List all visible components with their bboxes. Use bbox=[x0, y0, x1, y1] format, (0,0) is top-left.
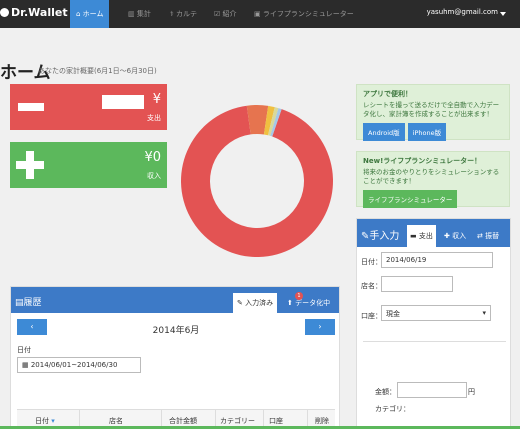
entry-title: ✎手入力 bbox=[361, 231, 400, 242]
nav-tab-summary[interactable]: ▥ 集計 bbox=[128, 0, 151, 28]
calendar-icon: ▦ bbox=[22, 361, 31, 369]
date-input[interactable]: 2014/06/19 bbox=[381, 252, 493, 268]
account-label: 口座： bbox=[361, 312, 382, 320]
page-subtitle: あなたの家計概要(6月1日〜6月30日) bbox=[38, 67, 157, 75]
app-promo-box: アプリで便利！ レシートを撮って送るだけで全自動で入力データ化し、家計簿を作成す… bbox=[356, 84, 510, 141]
tab-processing[interactable]: ⬆ データ化中 bbox=[283, 293, 334, 313]
pending-badge: 1 bbox=[295, 292, 303, 300]
col-date[interactable]: 日付 ▾ bbox=[35, 416, 55, 426]
dropdown-arrow-icon: ▾ bbox=[482, 309, 486, 317]
tab-expense[interactable]: ▬ 支出 bbox=[407, 225, 436, 247]
manual-entry-panel: ✎手入力 ▬ 支出 ✚ 収入 ⇄ 振替 日付： 2014/06/19 店名： 口… bbox=[356, 218, 511, 429]
nav-tab-home[interactable]: ⌂ ホーム bbox=[70, 0, 110, 28]
category-label: カテゴリ： bbox=[375, 405, 410, 413]
user-menu-caret-icon[interactable] bbox=[500, 12, 506, 16]
col-category[interactable]: カテゴリー bbox=[220, 416, 255, 426]
tab-income[interactable]: ✚ 収入 bbox=[441, 225, 469, 247]
iphone-button[interactable]: iPhone版 bbox=[407, 122, 447, 141]
history-header: ▤履歴 ✎ 入力済み ⬆ データ化中 1 bbox=[11, 287, 339, 313]
store-input[interactable] bbox=[381, 276, 453, 292]
nav-tab-lifeplan[interactable]: ▣ ライフプランシミュレーター bbox=[254, 0, 354, 28]
amount-input[interactable] bbox=[397, 382, 467, 398]
app-promo-title: アプリで便利！ bbox=[363, 90, 412, 98]
income-label: 収入 bbox=[147, 172, 161, 180]
amount-unit: 円 bbox=[468, 388, 475, 396]
entry-divider bbox=[363, 341, 506, 342]
app-promo-text: レシートを撮って送るだけで全自動で入力データ化し、家計簿を作成することが出来ます… bbox=[363, 101, 500, 118]
expense-label: 支出 bbox=[147, 114, 161, 122]
nav-tab-referral[interactable]: ☑ 紹介 bbox=[214, 0, 237, 28]
income-card[interactable]: ¥0 収入 bbox=[10, 142, 167, 188]
expense-amount-mask bbox=[102, 95, 144, 109]
nav-tab-karte[interactable]: ⚕ カルテ bbox=[170, 0, 197, 28]
col-store[interactable]: 店名 bbox=[109, 416, 123, 426]
date-label: 日付： bbox=[361, 258, 382, 266]
expense-amount: ¥ bbox=[152, 92, 161, 107]
sort-icon: ▾ bbox=[51, 417, 55, 425]
history-panel: ▤履歴 ✎ 入力済み ⬆ データ化中 1 ‹ 2014年6月 › 日付 ▦ 20… bbox=[10, 286, 340, 429]
store-label: 店名： bbox=[361, 282, 382, 290]
date-range-input[interactable]: ▦ 2014/06/01~2014/06/30 bbox=[17, 357, 141, 373]
tab-entered[interactable]: ✎ 入力済み bbox=[233, 293, 278, 313]
app-logo[interactable]: Dr.Wallet bbox=[0, 6, 68, 19]
expense-donut-chart bbox=[181, 105, 333, 258]
lifeplan-promo-box: New!ライフプランシミュレーター！ 将来のお金のやりとりをシミュレーションする… bbox=[356, 151, 510, 208]
expense-card[interactable]: ¥ 支出 bbox=[10, 84, 167, 130]
lifeplan-promo-title: New!ライフプランシミュレーター！ bbox=[363, 157, 482, 165]
col-account[interactable]: 口座 bbox=[269, 416, 283, 426]
user-email[interactable]: yasuhm@gmail.com bbox=[427, 8, 498, 16]
col-delete[interactable]: 削除 bbox=[315, 416, 329, 426]
history-title: ▤履歴 bbox=[15, 298, 42, 308]
top-nav: Dr.Wallet ⌂ ホーム ▥ 集計 ⚕ カルテ ☑ 紹介 ▣ ライフプラン… bbox=[0, 0, 520, 28]
logo-icon bbox=[0, 8, 9, 17]
minus-icon bbox=[18, 103, 44, 111]
col-total[interactable]: 合計金額 bbox=[169, 416, 197, 426]
month-label: 2014年6月 bbox=[152, 326, 200, 336]
tab-transfer[interactable]: ⇄ 振替 bbox=[474, 225, 502, 247]
lifeplan-promo-text: 将来のお金のやりとりをシミュレーションすることができます！ bbox=[363, 168, 500, 185]
lifeplan-button[interactable]: ライフプランシミュレーター bbox=[363, 189, 458, 208]
entry-header: ✎手入力 ▬ 支出 ✚ 収入 ⇄ 振替 bbox=[357, 219, 510, 247]
next-month-button[interactable]: › bbox=[305, 319, 335, 335]
history-date-label: 日付 bbox=[17, 346, 31, 354]
account-select[interactable]: 現金 ▾ bbox=[381, 305, 491, 321]
amount-label: 金額： bbox=[375, 388, 396, 396]
android-button[interactable]: Android版 bbox=[363, 122, 405, 141]
income-amount: ¥0 bbox=[144, 150, 161, 165]
